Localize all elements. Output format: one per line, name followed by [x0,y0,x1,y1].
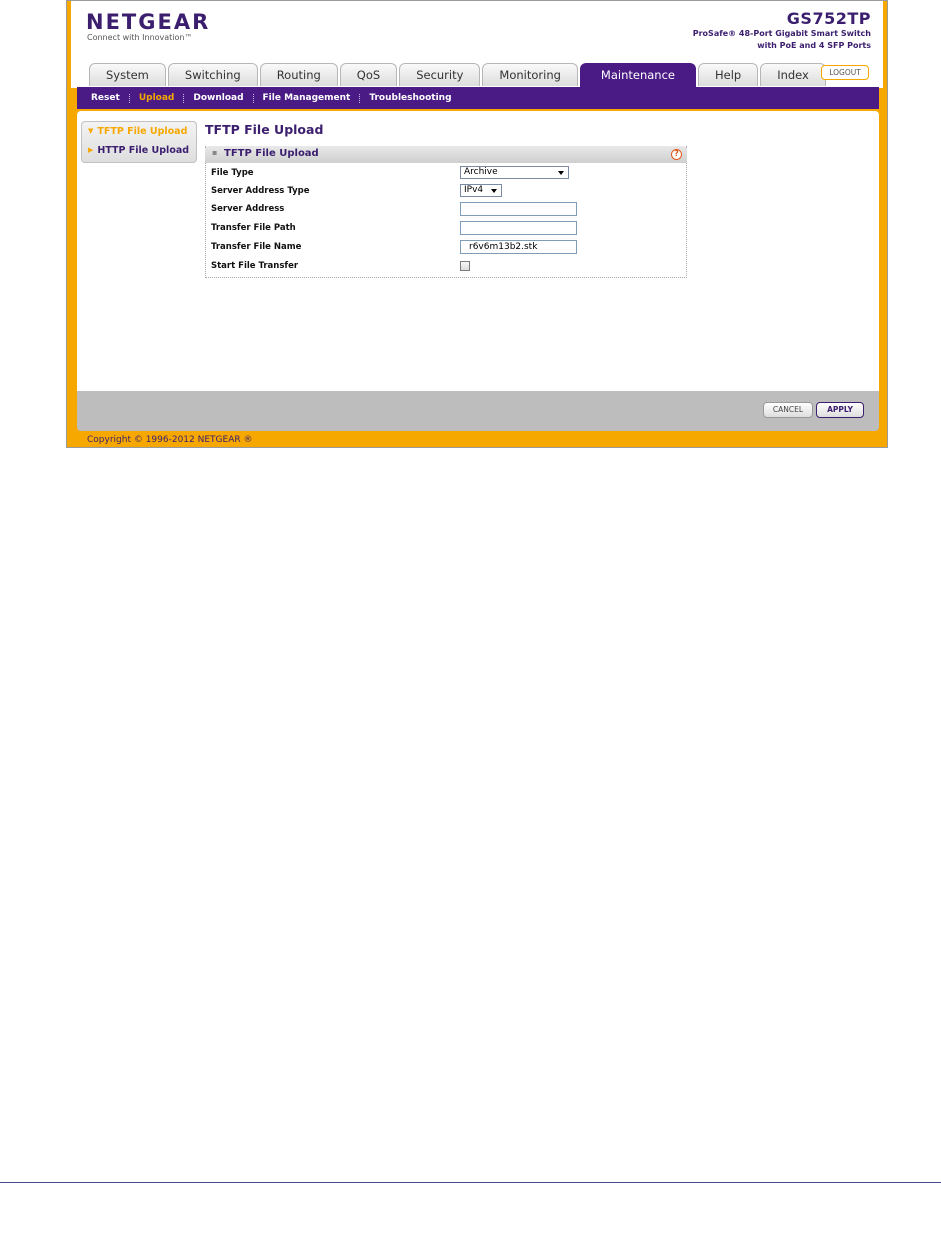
server-address-field [460,202,577,216]
panel-title: TFTP File Upload [224,148,319,159]
content-area: ▼ TFTP File Upload ▶ HTTP File Upload TF… [77,111,879,391]
apply-button[interactable]: APPLY [816,402,864,418]
transfer-file-name-field: r6v6m13b2.stk [460,240,577,254]
tab-routing[interactable]: Routing [259,63,338,86]
server-address-type-select[interactable]: IPv4 [460,184,502,197]
transfer-file-path-input[interactable] [460,221,577,235]
transfer-file-name-input[interactable]: r6v6m13b2.stk [460,240,577,254]
tftp-upload-panel: ▪ TFTP File Upload ? File Type Archive S… [205,146,687,278]
netgear-logo: NETGEAR [86,10,211,34]
transfer-file-path-label: Transfer File Path [211,223,296,233]
subnav-troubleshooting[interactable]: Troubleshooting [369,93,451,103]
file-type-label: File Type [211,168,254,178]
subnav-file-management[interactable]: File Management [263,93,351,103]
tab-monitoring[interactable]: Monitoring [482,63,578,86]
logout-button[interactable]: LOGOUT [821,65,869,80]
subnav-upload[interactable]: Upload [139,93,175,103]
tab-maintenance[interactable]: Maintenance [579,63,696,87]
transfer-file-path-row: Transfer File Path [211,220,681,238]
panel-header: ▪ TFTP File Upload ? [205,146,687,163]
tab-help[interactable]: Help [697,63,759,86]
device-model: GS752TP [786,9,871,28]
start-file-transfer-checkbox[interactable] [460,261,470,271]
page-title: TFTP File Upload [205,122,324,137]
tab-system[interactable]: System [89,63,166,86]
cancel-button[interactable]: CANCEL [763,402,813,418]
leftnav-http-file-upload[interactable]: ▶ HTTP File Upload [82,141,196,160]
page-divider [0,1182,941,1183]
tab-index[interactable]: Index [760,63,826,86]
server-address-type-row: Server Address Type IPv4 [211,183,681,201]
tab-switching[interactable]: Switching [167,63,258,86]
file-type-field: Archive [460,166,569,179]
main-tabs: System Switching Routing QoS Security Mo… [89,63,828,87]
start-file-transfer-label: Start File Transfer [211,261,299,271]
chevron-right-icon: ▶ [88,146,94,154]
server-address-input[interactable] [460,202,577,216]
leftnav-item-label: HTTP File Upload [97,145,190,156]
subnav-reset[interactable]: Reset [91,93,120,103]
server-address-row: Server Address [211,201,681,219]
server-address-type-field: IPv4 [460,184,502,197]
transfer-file-name-row: Transfer File Name r6v6m13b2.stk [211,239,681,257]
chevron-down-icon: ▼ [88,127,94,135]
server-address-label: Server Address [211,204,285,214]
file-type-select[interactable]: Archive [460,166,569,179]
action-bar: CANCEL APPLY [77,391,879,431]
subnav-divider [183,93,185,103]
subnav-divider [252,93,254,103]
device-description: ProSafe® 48-Port Gigabit Smart Switch wi… [621,28,871,52]
start-file-transfer-field [460,259,470,271]
server-address-type-label: Server Address Type [211,186,310,196]
file-type-row: File Type Archive [211,165,681,183]
sub-navigation: Reset Upload Download File Management Tr… [77,87,879,109]
subnav-download[interactable]: Download [193,93,243,103]
app-frame: NETGEAR Connect with Innovation™ GS752TP… [66,0,888,448]
transfer-file-path-field [460,221,577,235]
device-description-line1: ProSafe® 48-Port Gigabit Smart Switch [692,29,871,38]
subnav-divider [128,93,130,103]
left-navigation: ▼ TFTP File Upload ▶ HTTP File Upload [81,121,197,163]
panel-bullet-icon: ▪ [212,148,218,157]
subnav-divider [359,93,361,103]
leftnav-tftp-file-upload[interactable]: ▼ TFTP File Upload [82,122,196,141]
tagline: Connect with Innovation™ [87,33,193,42]
tab-qos[interactable]: QoS [339,63,398,86]
device-description-line2: with PoE and 4 SFP Ports [757,41,871,50]
header: NETGEAR Connect with Innovation™ GS752TP… [71,1,883,88]
tab-security[interactable]: Security [399,63,481,86]
file-type-value: Archive [464,167,498,177]
help-icon[interactable]: ? [671,149,682,160]
dropdown-arrow-icon [491,189,497,193]
leftnav-item-label: TFTP File Upload [97,126,188,137]
server-address-type-value: IPv4 [464,185,484,195]
start-file-transfer-row: Start File Transfer [211,258,681,276]
dropdown-arrow-icon [558,171,564,175]
transfer-file-name-label: Transfer File Name [211,242,302,252]
copyright-text: Copyright © 1996-2012 NETGEAR ® [87,435,253,445]
